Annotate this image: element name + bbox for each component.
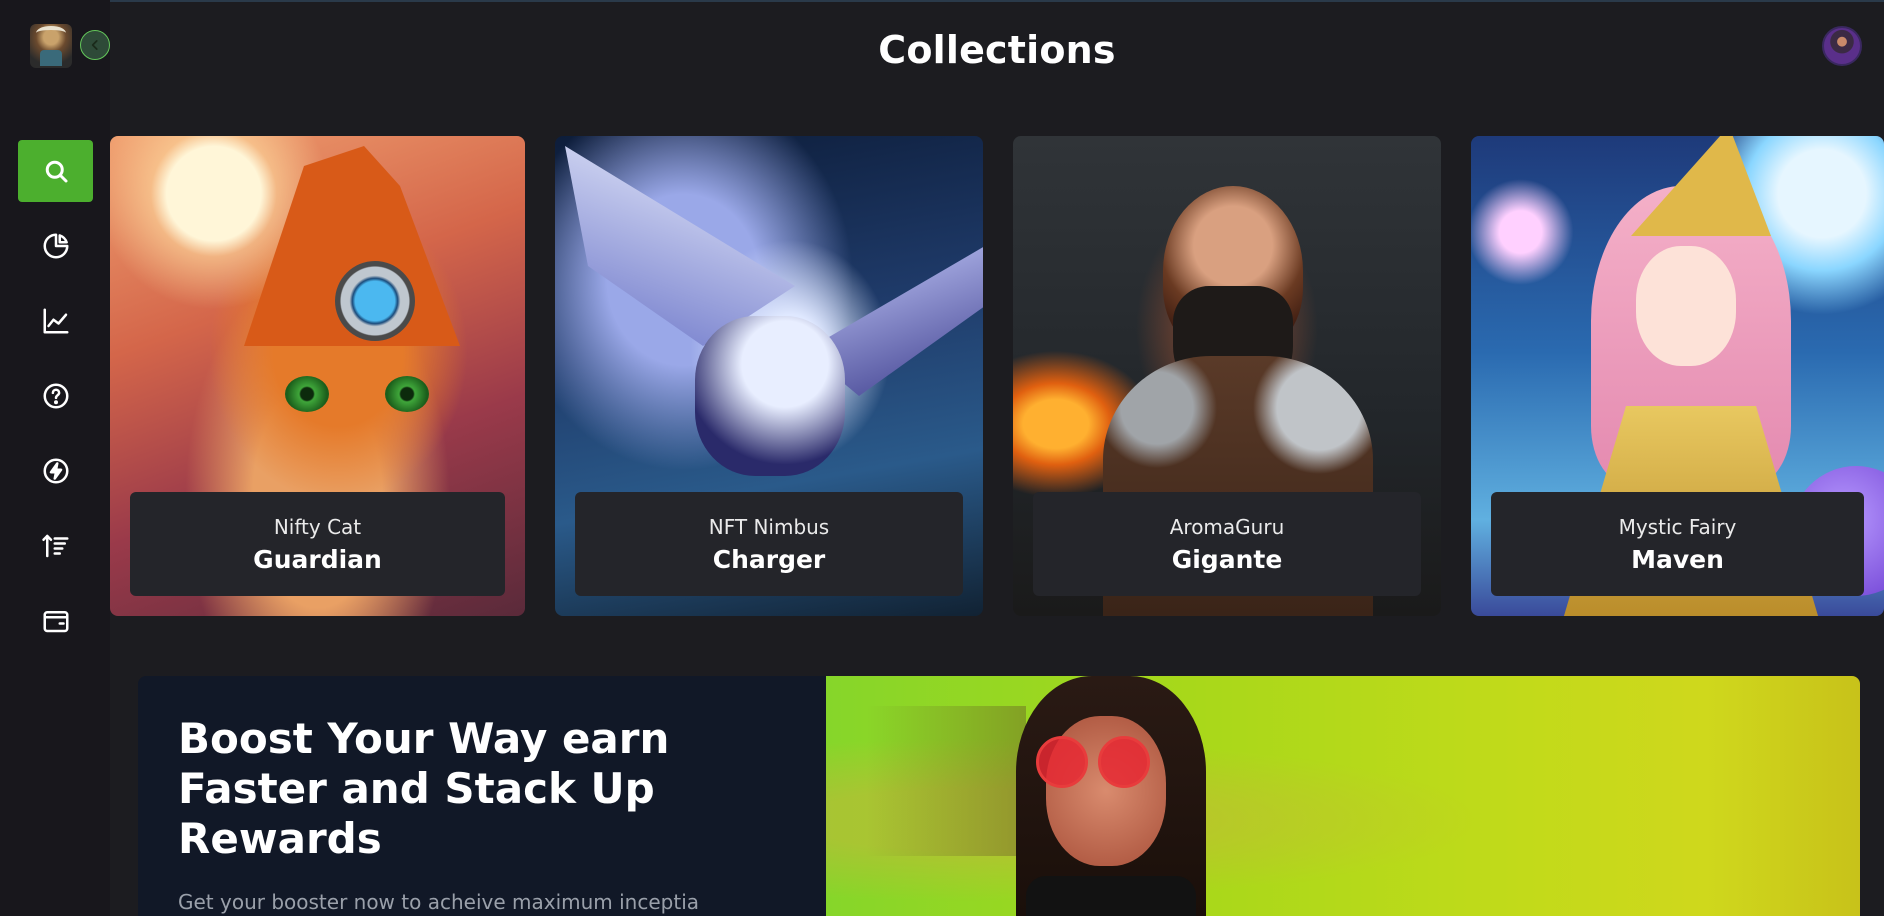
collection-name: Guardian [253,544,382,574]
app-root: Collections Nifty Cat Guardian NFT Nimbu… [0,0,1884,916]
collection-name: Maven [1631,544,1724,574]
promo-text: Boost Your Way earn Faster and Stack Up … [178,714,798,914]
promo-image [826,676,1860,916]
sidebar-collapse-button[interactable] [80,30,110,60]
user-avatar[interactable] [1822,26,1862,66]
search-icon [45,160,67,183]
promo-heading: Boost Your Way earn Faster and Stack Up … [178,714,670,863]
promo-banner: Boost Your Way earn Faster and Stack Up … [138,676,1860,916]
sidebar-item-analytics[interactable] [18,290,93,352]
collection-label: Nifty Cat Guardian [130,492,505,596]
collections-carousel: Nifty Cat Guardian NFT Nimbus Charger Ar… [110,136,1884,616]
sidebar-item-dashboard[interactable] [18,215,93,277]
collection-subtitle: Nifty Cat [273,514,362,539]
top-border [0,0,1884,2]
sidebar [0,0,110,916]
collection-subtitle: AromaGuru [1169,514,1285,539]
collection-subtitle: Mystic Fairy [1618,514,1737,539]
pie-chart-icon [43,233,68,259]
collection-subtitle: NFT Nimbus [708,514,830,539]
wallet-icon [43,611,68,633]
sidebar-item-boost[interactable] [18,440,93,502]
collection-card[interactable]: Nifty Cat Guardian [110,136,525,616]
promo-subtext: Get your booster now to acheive maximum … [178,890,700,914]
collection-label: AromaGuru Gigante [1033,492,1421,596]
collection-name: Charger [712,544,826,574]
sidebar-item-search[interactable] [18,140,93,202]
lightning-icon [43,458,68,484]
collection-card[interactable]: AromaGuru Gigante [1013,136,1441,616]
help-circle-icon [43,383,68,409]
sidebar-item-wallet[interactable] [18,590,93,652]
collection-card[interactable]: NFT Nimbus Charger [555,136,983,616]
app-logo[interactable] [30,24,72,68]
page-title: Collections [878,28,1116,72]
collection-label: NFT Nimbus Charger [575,492,963,596]
sidebar-item-sort[interactable] [18,515,93,577]
line-chart-icon [43,308,68,334]
sidebar-item-help[interactable] [18,365,93,427]
sort-icon [41,534,68,558]
collection-card[interactable]: Mystic Fairy Maven [1471,136,1884,616]
chevron-left-icon [91,40,98,50]
collection-label: Mystic Fairy Maven [1491,492,1864,596]
collection-name: Gigante [1171,544,1283,574]
